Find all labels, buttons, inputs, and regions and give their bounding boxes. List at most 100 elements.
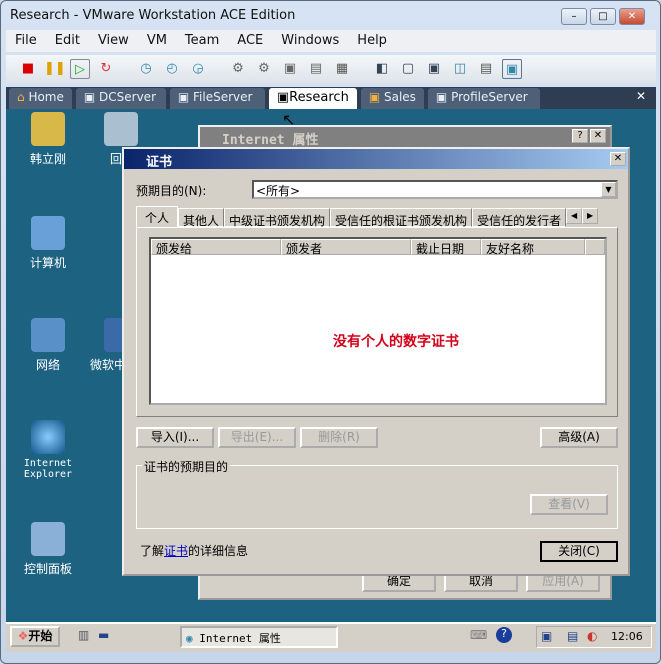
remove-button[interactable]: 删除(R)	[300, 427, 378, 448]
tab-personal[interactable]: 个人	[136, 206, 179, 228]
ie-icon	[31, 420, 65, 454]
certificate-list[interactable]: 颁发给 颁发者 截止日期 友好名称 没有个人的数字证书	[149, 237, 607, 405]
close-button[interactable]: ✕	[619, 8, 645, 25]
certificates-link[interactable]: 证书	[164, 544, 188, 558]
column-expiration[interactable]: 截止日期	[411, 239, 481, 256]
empty-message: 没有个人的数字证书	[333, 334, 459, 350]
volume-muted-icon[interactable]: ◐	[587, 629, 597, 643]
network-status-icon[interactable]: ▤	[567, 629, 578, 643]
purpose-label: 预期目的(N):	[136, 184, 207, 198]
tab-fileserver[interactable]: ▣ FileServer	[169, 88, 265, 109]
certificates-dialog: 证书 ✕ 预期目的(N): <所有> ▼ 个人 其他人 中级证书颁发机构 受信任的…	[122, 147, 630, 576]
minimize-button[interactable]: –	[561, 8, 587, 25]
system-tray: ▣ ▤ ◐ 12:06	[536, 626, 652, 648]
keyboard-icon[interactable]: ⌨	[470, 628, 487, 642]
menu-team[interactable]: Team	[176, 30, 228, 52]
capture-icon[interactable]: ▦	[332, 59, 352, 79]
tab-research[interactable]: ▣Research	[268, 88, 357, 109]
revert-icon[interactable]: ◴	[162, 59, 182, 79]
vm-icon: ▣	[435, 90, 452, 104]
fullscreen-icon[interactable]: ▣	[424, 59, 444, 79]
desktop-icon-user[interactable]: 韩立刚	[13, 112, 83, 167]
sidebar-icon[interactable]: ◧	[372, 59, 392, 79]
chevron-down-icon[interactable]: ▼	[601, 182, 616, 197]
help-icon[interactable]: ?	[496, 627, 512, 643]
tab-home[interactable]: ⌂ Home	[9, 88, 72, 109]
dialog-title: Internet 属性	[200, 127, 610, 148]
purpose-select[interactable]: <所有> ▼	[252, 180, 618, 199]
taskbar: ❖开始 ▥ ▬ ◉ Internet 属性 ⌨ ? ▣ ▤ ◐ 12:06	[6, 622, 656, 652]
learn-more-text: 了解证书的详细信息	[140, 544, 249, 558]
folder-icon	[31, 112, 65, 146]
windows-logo-icon: ❖	[17, 629, 29, 643]
column-issued-to[interactable]: 颁发给	[151, 239, 281, 256]
tab-scroll-left[interactable]: ◀	[566, 208, 583, 224]
home-icon: ⌂	[17, 90, 29, 104]
tab-intermediate-ca[interactable]: 中级证书颁发机构	[224, 208, 331, 228]
console-icon[interactable]: ◫	[450, 59, 470, 79]
team-icon[interactable]: ⚙	[228, 59, 248, 79]
view-button[interactable]: 查看(V)	[530, 494, 608, 515]
list-header: 颁发给 颁发者 截止日期 友好名称	[151, 239, 605, 256]
maximize-button[interactable]: □	[590, 8, 616, 25]
close-button[interactable]: ✕	[590, 129, 606, 143]
column-friendly-name[interactable]: 友好名称	[481, 239, 585, 256]
close-tab-button[interactable]: ✕	[636, 89, 646, 103]
ie-icon: ◉	[186, 632, 200, 645]
tab-others[interactable]: 其他人	[178, 208, 225, 228]
desktop-icon-control-panel[interactable]: 控制面板	[13, 522, 83, 577]
vm-icon: ▣	[83, 90, 100, 104]
clock: 12:06	[611, 630, 643, 643]
import-button[interactable]: 导入(I)...	[136, 427, 214, 448]
tab-trusted-root-ca[interactable]: 受信任的根证书颁发机构	[330, 208, 473, 228]
vmware-tools-icon[interactable]: ▣	[541, 629, 552, 643]
tab-dcserver[interactable]: ▣ DCServer	[75, 88, 166, 109]
start-button[interactable]: ❖开始	[10, 626, 60, 647]
pause-icon[interactable]: ❚❚	[44, 59, 66, 79]
mouse-cursor-icon: ↖	[282, 110, 296, 129]
column-issued-by[interactable]: 颁发者	[281, 239, 411, 256]
close-dialog-button[interactable]: 关闭(C)	[540, 541, 618, 562]
vm-icon: ▣	[276, 90, 290, 105]
menu-file[interactable]: File	[6, 30, 46, 52]
toolbar: ■ ❚❚ ▷ ↻ ◷ ◴ ◶ ⚙ ⚙ ▣ ▤ ▦ ◧ ▢ ▣ ◫ ▤ ▣	[6, 55, 656, 83]
reset-icon[interactable]: ↻	[96, 59, 116, 79]
menu-ace[interactable]: ACE	[228, 30, 272, 52]
menu-help[interactable]: Help	[348, 30, 396, 52]
desktop-icon-computer[interactable]: 计算机	[13, 216, 83, 271]
menu-edit[interactable]: Edit	[46, 30, 89, 52]
desktop-icon-network[interactable]: 网络	[13, 318, 83, 373]
help-button[interactable]: ?	[572, 129, 588, 143]
tab-trusted-publishers[interactable]: 受信任的发行者	[472, 208, 567, 227]
stop-icon[interactable]: ■	[18, 59, 38, 79]
play-icon[interactable]: ▷	[70, 59, 90, 79]
show-desktop-icon[interactable]: ▬	[98, 628, 109, 642]
tab-profileserver[interactable]: ▣ ProfileServer	[427, 88, 540, 109]
export-button[interactable]: 导出(E)...	[218, 427, 296, 448]
vm-icon: ▣	[177, 90, 194, 104]
advanced-button[interactable]: 高级(A)	[540, 427, 618, 448]
device-icon[interactable]: ▣	[280, 59, 300, 79]
close-button[interactable]: ✕	[610, 152, 626, 166]
menu-view[interactable]: View	[89, 30, 138, 52]
menu-windows[interactable]: Windows	[272, 30, 348, 52]
control-panel-icon	[31, 522, 65, 556]
tab-scroll-right[interactable]: ▶	[582, 208, 599, 224]
recycle-bin-icon	[104, 112, 138, 146]
summary-icon[interactable]: ▤	[476, 59, 496, 79]
snapshot-icon[interactable]: ◷	[136, 59, 156, 79]
menu-bar: File Edit View VM Team ACE Windows Help	[6, 30, 656, 52]
cert-tabs: 个人 其他人 中级证书颁发机构 受信任的根证书颁发机构 受信任的发行者 ◀ ▶	[136, 206, 599, 228]
quick-switch-icon[interactable]: ▢	[398, 59, 418, 79]
usb-icon[interactable]: ▤	[306, 59, 326, 79]
appliance-icon[interactable]: ▣	[502, 59, 522, 79]
desktop-icon-ie[interactable]: Internet Explorer	[13, 420, 83, 480]
server-manager-icon[interactable]: ▥	[78, 628, 89, 642]
tab-sales[interactable]: ▣ Sales	[360, 88, 424, 109]
snapshot-manager-icon[interactable]: ◶	[188, 59, 208, 79]
taskbar-item-internet-properties[interactable]: ◉ Internet 属性	[180, 626, 338, 648]
vm-tab-bar: ⌂ Home ▣ DCServer ▣ FileServer ▣Research…	[6, 87, 656, 109]
menu-vm[interactable]: VM	[138, 30, 176, 52]
dialog-title: 证书	[124, 149, 628, 170]
team2-icon[interactable]: ⚙	[254, 59, 274, 79]
